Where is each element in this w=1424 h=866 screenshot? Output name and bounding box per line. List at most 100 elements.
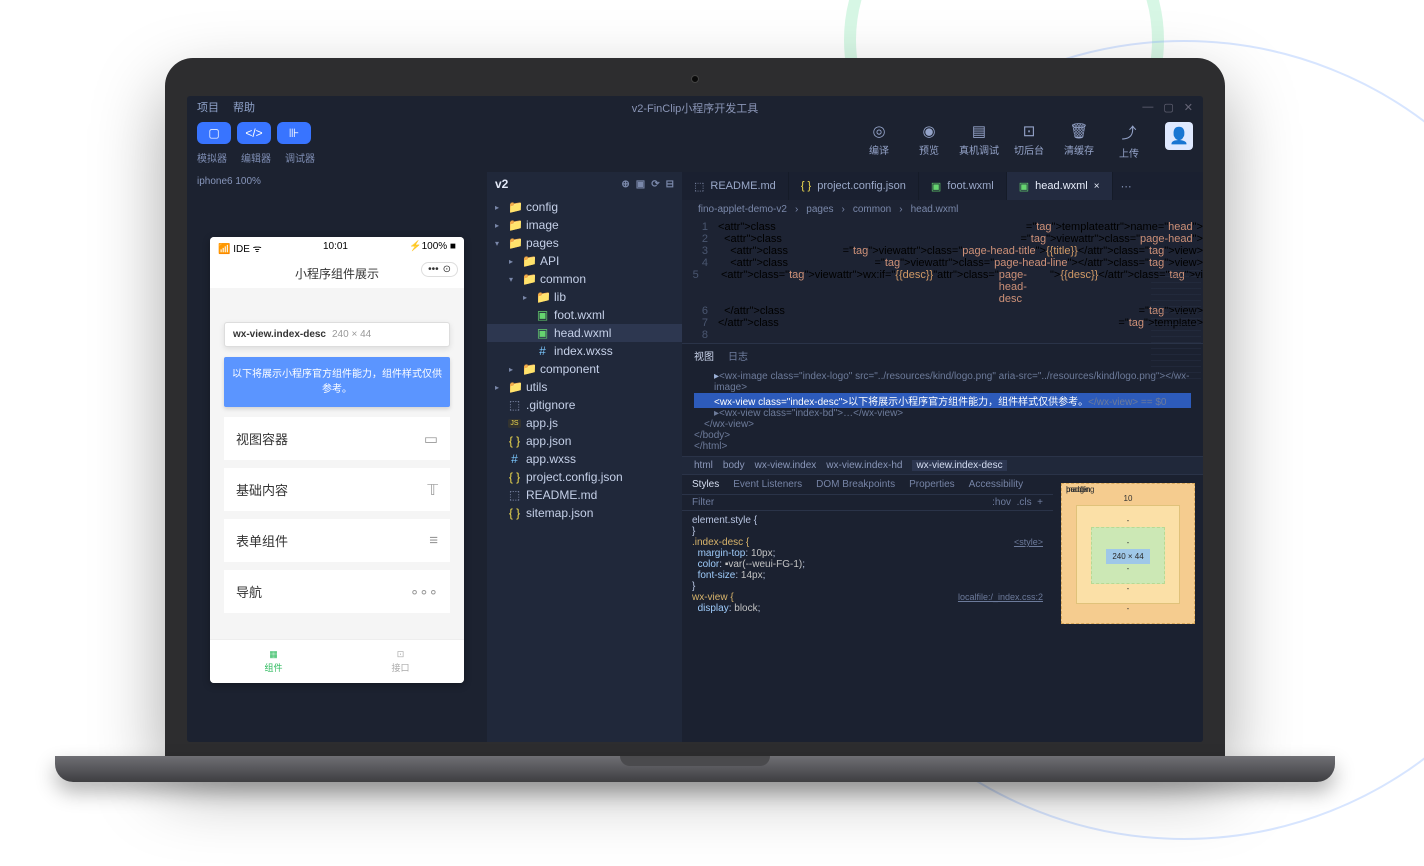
styles-tab[interactable]: DOM Breakpoints <box>816 479 895 490</box>
crumb-item[interactable]: pages <box>806 204 833 215</box>
laptop-base <box>55 756 1335 782</box>
editor-label: 编辑器 <box>241 150 271 165</box>
status-bar: 📶 IDE ᯤ 10:01 ⚡100% ■ <box>210 237 464 259</box>
dom-tree[interactable]: ▸<wx-image class="index-logo" src="../re… <box>682 367 1203 456</box>
dom-path-item[interactable]: body <box>723 460 745 471</box>
collapse-icon[interactable]: ⊟ <box>666 179 674 190</box>
phone-nav: 小程序组件展示 ••• ⊙ <box>210 259 464 288</box>
css-rules[interactable]: element.style { } <style>.index-desc { m… <box>682 511 1053 742</box>
dom-path-item[interactable]: wx-view.index-desc <box>912 460 1006 471</box>
laptop-frame: v2-FinClip小程序开发工具 项目 帮助 — ▢ ✕ ▢ </> ⊪ <box>165 58 1225 782</box>
upload-button[interactable]: ⤴上传 <box>1107 122 1151 160</box>
tree-header: v2 ⊕ ▣ ⟳ ⊟ <box>487 172 682 196</box>
tabs-more-icon[interactable]: ⋯ <box>1113 172 1140 200</box>
editor-tab[interactable]: ▣foot.wxml <box>919 172 1007 200</box>
simulator-button[interactable]: ▢ <box>197 122 231 144</box>
background-button[interactable]: ⊡切后台 <box>1007 122 1051 157</box>
code-editor[interactable]: 1<attr">class="tag">template attr">name=… <box>682 219 1203 343</box>
dom-path-item[interactable]: wx-view.index <box>755 460 817 471</box>
styles-panel: Styles Event Listeners DOM Breakpoints Prop… <box>682 475 1053 742</box>
laptop-bezel: v2-FinClip小程序开发工具 项目 帮助 — ▢ ✕ ▢ </> ⊪ <box>165 58 1225 756</box>
tree-item[interactable]: JSapp.js <box>487 414 682 432</box>
editor-tab[interactable]: ▣head.wxml× <box>1007 172 1113 200</box>
tree-item[interactable]: ▸📁lib <box>487 288 682 306</box>
styles-tab[interactable]: Event Listeners <box>733 479 802 490</box>
refresh-icon[interactable]: ⟳ <box>651 179 659 190</box>
camera-dot <box>691 75 699 83</box>
close-icon[interactable]: ✕ <box>1184 101 1193 114</box>
preview-card[interactable]: 表单组件≡ <box>224 519 450 562</box>
simulator-label: 模拟器 <box>197 150 227 165</box>
maximize-icon[interactable]: ▢ <box>1163 101 1173 114</box>
tree-item[interactable]: { }app.json <box>487 432 682 450</box>
tree-item[interactable]: ▾📁pages <box>487 234 682 252</box>
tree-item[interactable]: ▸📁API <box>487 252 682 270</box>
app-screen: 项目 帮助 — ▢ ✕ ▢ </> ⊪ 模拟器 <box>187 96 1203 742</box>
menu-project[interactable]: 项目 <box>197 99 219 115</box>
capsule[interactable]: ••• ⊙ <box>421 262 458 277</box>
tree-item[interactable]: ▸📁config <box>487 198 682 216</box>
editor-button[interactable]: </> <box>237 122 271 144</box>
menu-help[interactable]: 帮助 <box>233 99 255 115</box>
editor-tabs: ⬚README.md{ }project.config.json▣foot.wx… <box>682 172 1203 200</box>
filter-input[interactable]: Filter <box>692 497 714 508</box>
tree-item[interactable]: ▸📁image <box>487 216 682 234</box>
dom-path-item[interactable]: wx-view.index-hd <box>826 460 902 471</box>
device-info: iphone6 100% <box>187 172 487 191</box>
file-tree-pane: v2 ⊕ ▣ ⟳ ⊟ ▸📁config▸📁image▾📁pages▸📁API▾📁… <box>487 172 682 742</box>
tree-item[interactable]: ▸📁utils <box>487 378 682 396</box>
devtools-tab-log[interactable]: 日志 <box>728 348 748 363</box>
editor-tab[interactable]: ⬚README.md <box>682 172 789 200</box>
avatar[interactable]: 👤 <box>1165 122 1193 150</box>
tree-item[interactable]: ▣foot.wxml <box>487 306 682 324</box>
devtools-tab-view[interactable]: 视图 <box>694 348 714 363</box>
styles-tab[interactable]: Styles <box>692 479 719 490</box>
minimap[interactable] <box>1151 270 1201 380</box>
devtools: 视图 日志 ▸<wx-image class="index-logo" src=… <box>682 343 1203 742</box>
tree-item[interactable]: ▾📁common <box>487 270 682 288</box>
tab-close-icon[interactable]: × <box>1094 181 1100 192</box>
devtools-top-tabs: 视图 日志 <box>682 344 1203 367</box>
dom-path-item[interactable]: html <box>694 460 713 471</box>
new-folder-icon[interactable]: ▣ <box>636 179 645 190</box>
remote-debug-button[interactable]: ▤真机调试 <box>957 122 1001 157</box>
tree-item[interactable]: #app.wxss <box>487 450 682 468</box>
preview-button[interactable]: ◉预览 <box>907 122 951 157</box>
highlighted-element[interactable]: 以下将展示小程序官方组件能力，组件样式仅供参考。 <box>224 357 450 407</box>
crumb-item[interactable]: fino-applet-demo-v2 <box>698 204 787 215</box>
tree-item[interactable]: { }sitemap.json <box>487 504 682 522</box>
tab-api[interactable]: ⊡接口 <box>337 640 464 683</box>
tree-item[interactable]: { }project.config.json <box>487 468 682 486</box>
styles-tab[interactable]: Properties <box>909 479 955 490</box>
cls-toggle[interactable]: .cls <box>1017 497 1032 508</box>
simulator-pane: iphone6 100% 📶 IDE ᯤ 10:01 ⚡100% ■ 小程序组件… <box>187 172 487 742</box>
new-file-icon[interactable]: ⊕ <box>621 179 629 190</box>
tree-item[interactable]: #index.wxss <box>487 342 682 360</box>
tree-item[interactable]: ⬚.gitignore <box>487 396 682 414</box>
window-title: v2-FinClip小程序开发工具 <box>632 100 759 116</box>
dom-breadcrumb: html body wx-view.index wx-view.index-hd wx-… <box>682 456 1203 475</box>
tree-item[interactable]: ▸📁component <box>487 360 682 378</box>
preview-card[interactable]: 视图容器▭ <box>224 417 450 460</box>
editor-tab[interactable]: { }project.config.json <box>789 172 919 200</box>
compile-button[interactable]: ◎编译 <box>857 122 901 157</box>
crumb-item[interactable]: head.wxml <box>911 204 959 215</box>
hov-toggle[interactable]: :hov <box>992 497 1011 508</box>
styles-filter: Filter :hov .cls + <box>682 494 1053 511</box>
minimize-icon[interactable]: — <box>1142 101 1153 114</box>
clear-cache-button[interactable]: 🗑清缓存 <box>1057 122 1101 157</box>
tab-components[interactable]: ▦组件 <box>210 640 337 683</box>
capsule-menu-icon[interactable]: ••• <box>428 264 439 275</box>
preview-card[interactable]: 基础内容𝕋 <box>224 468 450 511</box>
workspace: iphone6 100% 📶 IDE ᯤ 10:01 ⚡100% ■ 小程序组件… <box>187 172 1203 742</box>
box-model: margin 10 border - padding - 240 × 4 <box>1053 475 1203 742</box>
debugger-button[interactable]: ⊪ <box>277 122 311 144</box>
preview-card[interactable]: 导航∘∘∘ <box>224 570 450 613</box>
add-rule-button[interactable]: + <box>1037 497 1043 508</box>
styles-tab[interactable]: Accessibility <box>969 479 1023 490</box>
tree-item[interactable]: ▣head.wxml <box>487 324 682 342</box>
status-battery: ⚡100% ■ <box>409 241 456 255</box>
tree-item[interactable]: ⬚README.md <box>487 486 682 504</box>
crumb-item[interactable]: common <box>853 204 891 215</box>
capsule-close-icon[interactable]: ⊙ <box>443 264 451 275</box>
